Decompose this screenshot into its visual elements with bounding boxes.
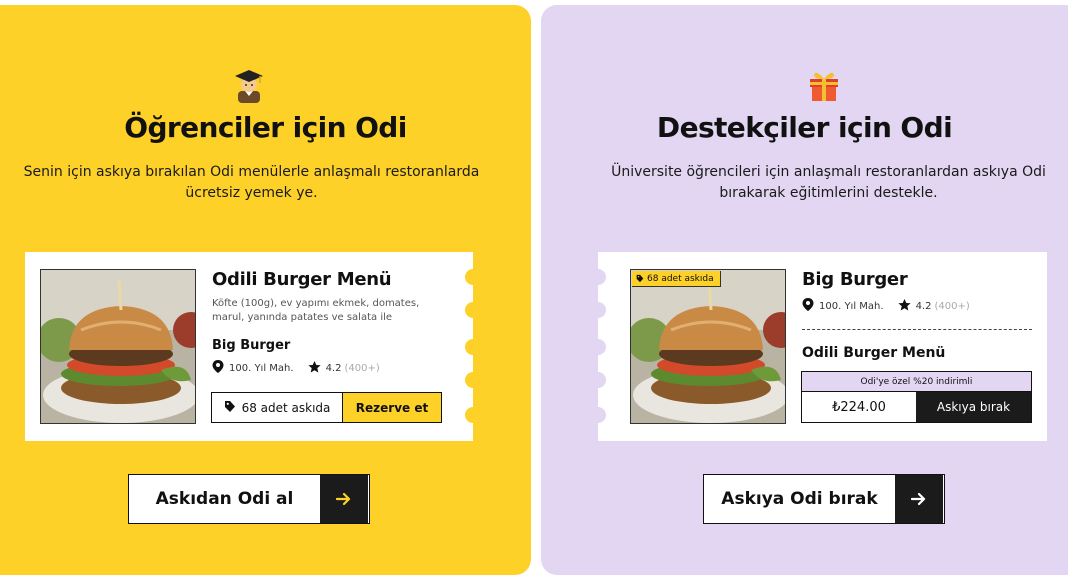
burger-photo: 68 adet askıda	[630, 269, 786, 424]
menu-title: Odili Burger Menü	[802, 345, 946, 361]
student-emoji-icon	[229, 65, 269, 105]
location-text: 100. Yıl Mah.	[229, 362, 294, 374]
leave-odi-label: Askıya Odi bırak	[721, 489, 878, 509]
location-pin-icon	[802, 298, 814, 314]
menu-description: Köfte (100g), ev yapımı ekmek, domates, …	[212, 298, 420, 323]
ticket-notch	[590, 372, 606, 388]
arrow-right-icon	[320, 475, 368, 523]
item-name: Big Burger	[802, 269, 908, 290]
leave-odi-button[interactable]: Askıya Odi bırak	[703, 474, 945, 524]
ticket-notch	[590, 302, 606, 318]
ticket-notch	[465, 339, 481, 355]
discount-purchase-group: Odi'ye özel %20 indirimli ₺224.00 Askıya…	[801, 371, 1032, 423]
stock-label: 68 adet askıda	[241, 400, 331, 415]
ticket-notch	[465, 372, 481, 388]
burger-photo	[40, 269, 196, 424]
item-name: Big Burger	[212, 338, 291, 353]
ticket-notch	[590, 269, 606, 285]
ticket-notch	[465, 407, 481, 423]
discount-label: Odi'ye özel %20 indirimli	[802, 372, 1031, 392]
get-odi-label: Askıdan Odi al	[155, 489, 294, 509]
star-icon	[307, 360, 321, 376]
rating-count: (400+)	[934, 300, 970, 312]
supporters-description: Üniversite öğrencileri için anlaşmalı re…	[611, 164, 1046, 201]
arrow-right-icon	[895, 475, 943, 523]
tag-icon	[636, 274, 647, 283]
rating-count: (400+)	[344, 362, 380, 374]
ticket-notch	[590, 339, 606, 355]
location-pin-icon	[212, 360, 224, 376]
reserve-button[interactable]: Rezerve et	[342, 393, 441, 422]
ticket-notch	[465, 269, 481, 285]
students-menu-card[interactable]: Odili Burger Menü Köfte (100g), ev yapım…	[25, 252, 481, 441]
stock-reserve-group: 68 adet askıda Rezerve et	[211, 392, 442, 423]
students-panel: Öğrenciler için Odi Senin için askıya bı…	[0, 5, 531, 575]
ticket-notch	[590, 407, 606, 423]
star-icon	[897, 298, 911, 314]
price: ₺224.00	[802, 392, 916, 422]
item-meta: 100. Yıl Mah. 4.2 (400+)	[212, 360, 380, 376]
item-meta: 100. Yıl Mah. 4.2 (400+)	[802, 298, 970, 314]
price-row: ₺224.00 Askıya bırak	[802, 392, 1031, 422]
dashed-divider	[802, 329, 1032, 330]
tag-icon	[224, 400, 242, 416]
stock-badge: 68 adet askıda	[632, 271, 721, 287]
students-title: Öğrenciler için Odi	[124, 111, 407, 144]
location-text: 100. Yıl Mah.	[819, 300, 884, 312]
stock-count: 68 adet askıda	[212, 393, 342, 422]
ticket-notch	[465, 302, 481, 318]
menu-title: Odili Burger Menü	[212, 269, 392, 290]
badge-label: 68 adet askıda	[647, 273, 714, 284]
supporters-menu-card[interactable]: 68 adet askıda Big Burger 100. Yıl Mah. …	[590, 252, 1047, 441]
rating-value: 4.2	[325, 362, 342, 374]
supporters-panel: Destekçiler için Odi Üniversite öğrencil…	[541, 5, 1068, 575]
gift-emoji-icon	[804, 65, 844, 105]
leave-button[interactable]: Askıya bırak	[916, 392, 1031, 422]
students-description: Senin için askıya bırakılan Odi menülerl…	[23, 164, 480, 201]
rating-value: 4.2	[915, 300, 932, 312]
get-odi-button[interactable]: Askıdan Odi al	[128, 474, 370, 524]
supporters-title: Destekçiler için Odi	[656, 111, 953, 144]
